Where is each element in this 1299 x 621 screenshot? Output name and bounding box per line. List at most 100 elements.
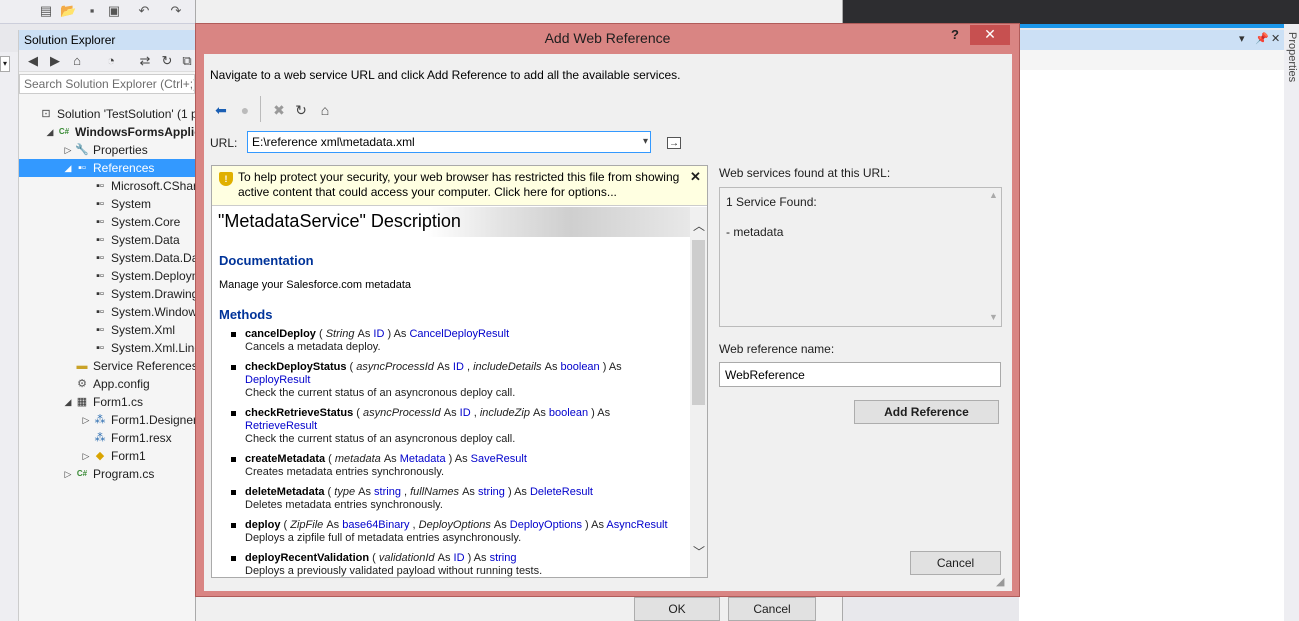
solution-search-input[interactable]: Search Solution Explorer (Ctrl+;) — [19, 74, 195, 94]
services-scrollbar[interactable]: ▲ ▼ — [985, 188, 1001, 326]
collapse-arrow-icon[interactable]: ◢ — [45, 123, 55, 141]
tree-item[interactable]: ⚙ App.config — [19, 375, 196, 393]
tree-item[interactable]: ⊡ Solution 'TestSolution' (1 p — [19, 105, 197, 123]
type-link[interactable]: ID — [460, 407, 471, 419]
type-link[interactable]: ID — [373, 328, 384, 340]
tree-item[interactable]: ▪▫ System.Core — [19, 213, 196, 231]
forward-icon[interactable]: ▶ — [47, 53, 63, 69]
right-edge — [1284, 24, 1299, 621]
type-link[interactable]: DeleteResult — [530, 486, 593, 498]
type-link[interactable]: ID — [454, 552, 465, 564]
type-link[interactable]: boolean — [549, 407, 588, 419]
background-ok-button[interactable]: OK — [634, 597, 720, 621]
collapse-arrow-icon[interactable]: ◢ — [63, 159, 73, 177]
tree-item[interactable]: ▪▫ System.Data — [19, 231, 196, 249]
expand-arrow-icon[interactable]: ▷ — [81, 411, 91, 429]
url-input[interactable] — [252, 134, 622, 150]
tree-item[interactable]: ▪▫ System.Xml — [19, 321, 196, 339]
tree-item[interactable]: ▪▫ System.Xml.Linq — [19, 339, 201, 357]
refresh-icon[interactable]: ↻ — [159, 53, 175, 69]
bullet-icon — [231, 365, 236, 370]
back-icon[interactable]: ◀ — [25, 53, 41, 69]
tree-item[interactable]: ◢ C# WindowsFormsApplica — [19, 123, 208, 141]
type-link[interactable]: string — [374, 486, 401, 498]
history-icon[interactable]: ◔ — [103, 53, 119, 69]
scroll-thumb[interactable] — [692, 240, 705, 405]
tree-item[interactable]: ▪▫ System — [19, 195, 196, 213]
collapse-arrow-icon[interactable]: ◢ — [63, 393, 73, 411]
type-link[interactable]: base64Binary — [342, 519, 409, 531]
tree-item[interactable]: ▷ ⁂ Form1.Designer.c — [19, 411, 206, 429]
tree-item[interactable]: ▪▫ System.Data.Data — [19, 249, 208, 267]
forward-icon[interactable]: ● — [236, 101, 254, 119]
refresh-icon[interactable]: ↻ — [292, 101, 310, 119]
tree-item[interactable]: ▪▫ System.Deploym — [19, 267, 202, 285]
csharp-file-icon: C# — [76, 469, 88, 478]
scroll-down-icon[interactable]: ﹀ — [693, 543, 705, 560]
scroll-up-icon[interactable]: ▲ — [989, 190, 998, 200]
expand-arrow-icon[interactable]: ▷ — [81, 447, 91, 465]
signature-text: ) As — [581, 519, 607, 531]
tree-item[interactable]: ◢ ▦ Form1.cs — [19, 393, 196, 411]
stop-icon[interactable]: ✖ — [270, 101, 288, 119]
pane-dropdown-icon[interactable]: ▾ — [1239, 32, 1245, 45]
type-link[interactable]: SaveResult — [471, 453, 527, 465]
scroll-down-icon[interactable]: ▼ — [989, 312, 998, 322]
type-link[interactable]: DeployResult — [245, 374, 310, 386]
tree-item[interactable]: ▬ Service References — [19, 357, 198, 375]
tree-item[interactable]: ▷ 🔧 Properties — [19, 141, 196, 159]
signature-text: As — [443, 407, 460, 419]
type-link[interactable]: ID — [453, 361, 464, 373]
info-bar-close-icon[interactable]: ✕ — [690, 169, 701, 185]
tree-item[interactable]: ▪▫ System.Drawing — [19, 285, 198, 303]
open-folder-icon[interactable]: 📂 — [60, 3, 76, 19]
tree-item[interactable]: ▷ C# Program.cs — [19, 465, 196, 483]
left-dropdown[interactable]: ▾ — [0, 56, 10, 72]
close-icon[interactable]: ✕ — [970, 25, 1010, 45]
save-icon[interactable]: ▪ — [84, 3, 100, 19]
method-entry: deploy ( ZipFile As base64Binary , Deplo… — [231, 519, 685, 545]
redo-icon[interactable]: ↷ — [168, 3, 184, 19]
collapse-all-icon[interactable]: ⧉ — [179, 53, 195, 69]
type-link[interactable]: AsyncResult — [606, 519, 667, 531]
signature-text: ) As — [384, 328, 410, 340]
browser-scrollbar[interactable]: ︿ ﹀ — [690, 207, 707, 577]
type-link[interactable]: Metadata — [400, 453, 446, 465]
new-project-icon[interactable]: ▤ — [38, 3, 54, 19]
sync-icon[interactable]: ⇄ — [137, 53, 153, 69]
type-link[interactable]: boolean — [561, 361, 600, 373]
reference-name-input[interactable] — [719, 362, 1001, 387]
pin-icon[interactable]: 📌 — [1255, 32, 1269, 45]
back-icon[interactable]: ⬅ — [212, 101, 230, 119]
undo-icon[interactable]: ↶ — [136, 3, 152, 19]
home-icon[interactable]: ⌂ — [316, 101, 334, 119]
url-combobox[interactable]: ▾ — [247, 131, 651, 153]
go-icon[interactable]: → — [667, 137, 681, 149]
signature-text: As — [358, 486, 375, 498]
tree-item[interactable]: ▷ ◆ Form1 — [19, 447, 196, 465]
resize-grip-icon[interactable]: ◢ — [996, 575, 1010, 589]
expand-arrow-icon[interactable]: ▷ — [63, 141, 73, 159]
scroll-up-icon[interactable]: ︿ — [693, 217, 705, 234]
tree-item[interactable]: ◢ ▪▫ References — [19, 159, 196, 177]
home-icon[interactable]: ⌂ — [69, 53, 85, 69]
type-link[interactable]: CancelDeployResult — [409, 328, 509, 340]
signature-text: As — [462, 486, 478, 498]
background-cancel-button[interactable]: Cancel — [728, 597, 816, 621]
tree-item[interactable]: ⁂ Form1.resx — [19, 429, 196, 447]
add-reference-button[interactable]: Add Reference — [854, 400, 999, 424]
pane-close-icon[interactable]: ✕ — [1271, 32, 1280, 45]
tree-item[interactable]: ▪▫ System.Windows — [19, 303, 203, 321]
cancel-button[interactable]: Cancel — [910, 551, 1001, 575]
expand-arrow-icon[interactable]: ▷ — [63, 465, 73, 483]
type-link[interactable]: DeployOptions — [510, 519, 582, 531]
save-all-icon[interactable]: ▣ — [106, 3, 122, 19]
properties-tab[interactable]: Properties — [1286, 32, 1298, 82]
tree-item[interactable]: ▪▫ Microsoft.CSharp — [19, 177, 204, 195]
security-info-bar[interactable]: ! To help protect your security, your we… — [212, 166, 707, 206]
type-link[interactable]: RetrieveResult — [245, 420, 317, 432]
type-link[interactable]: string — [478, 486, 505, 498]
chevron-down-icon[interactable]: ▾ — [643, 136, 648, 147]
help-icon[interactable]: ? — [951, 27, 959, 42]
type-link[interactable]: string — [490, 552, 517, 564]
